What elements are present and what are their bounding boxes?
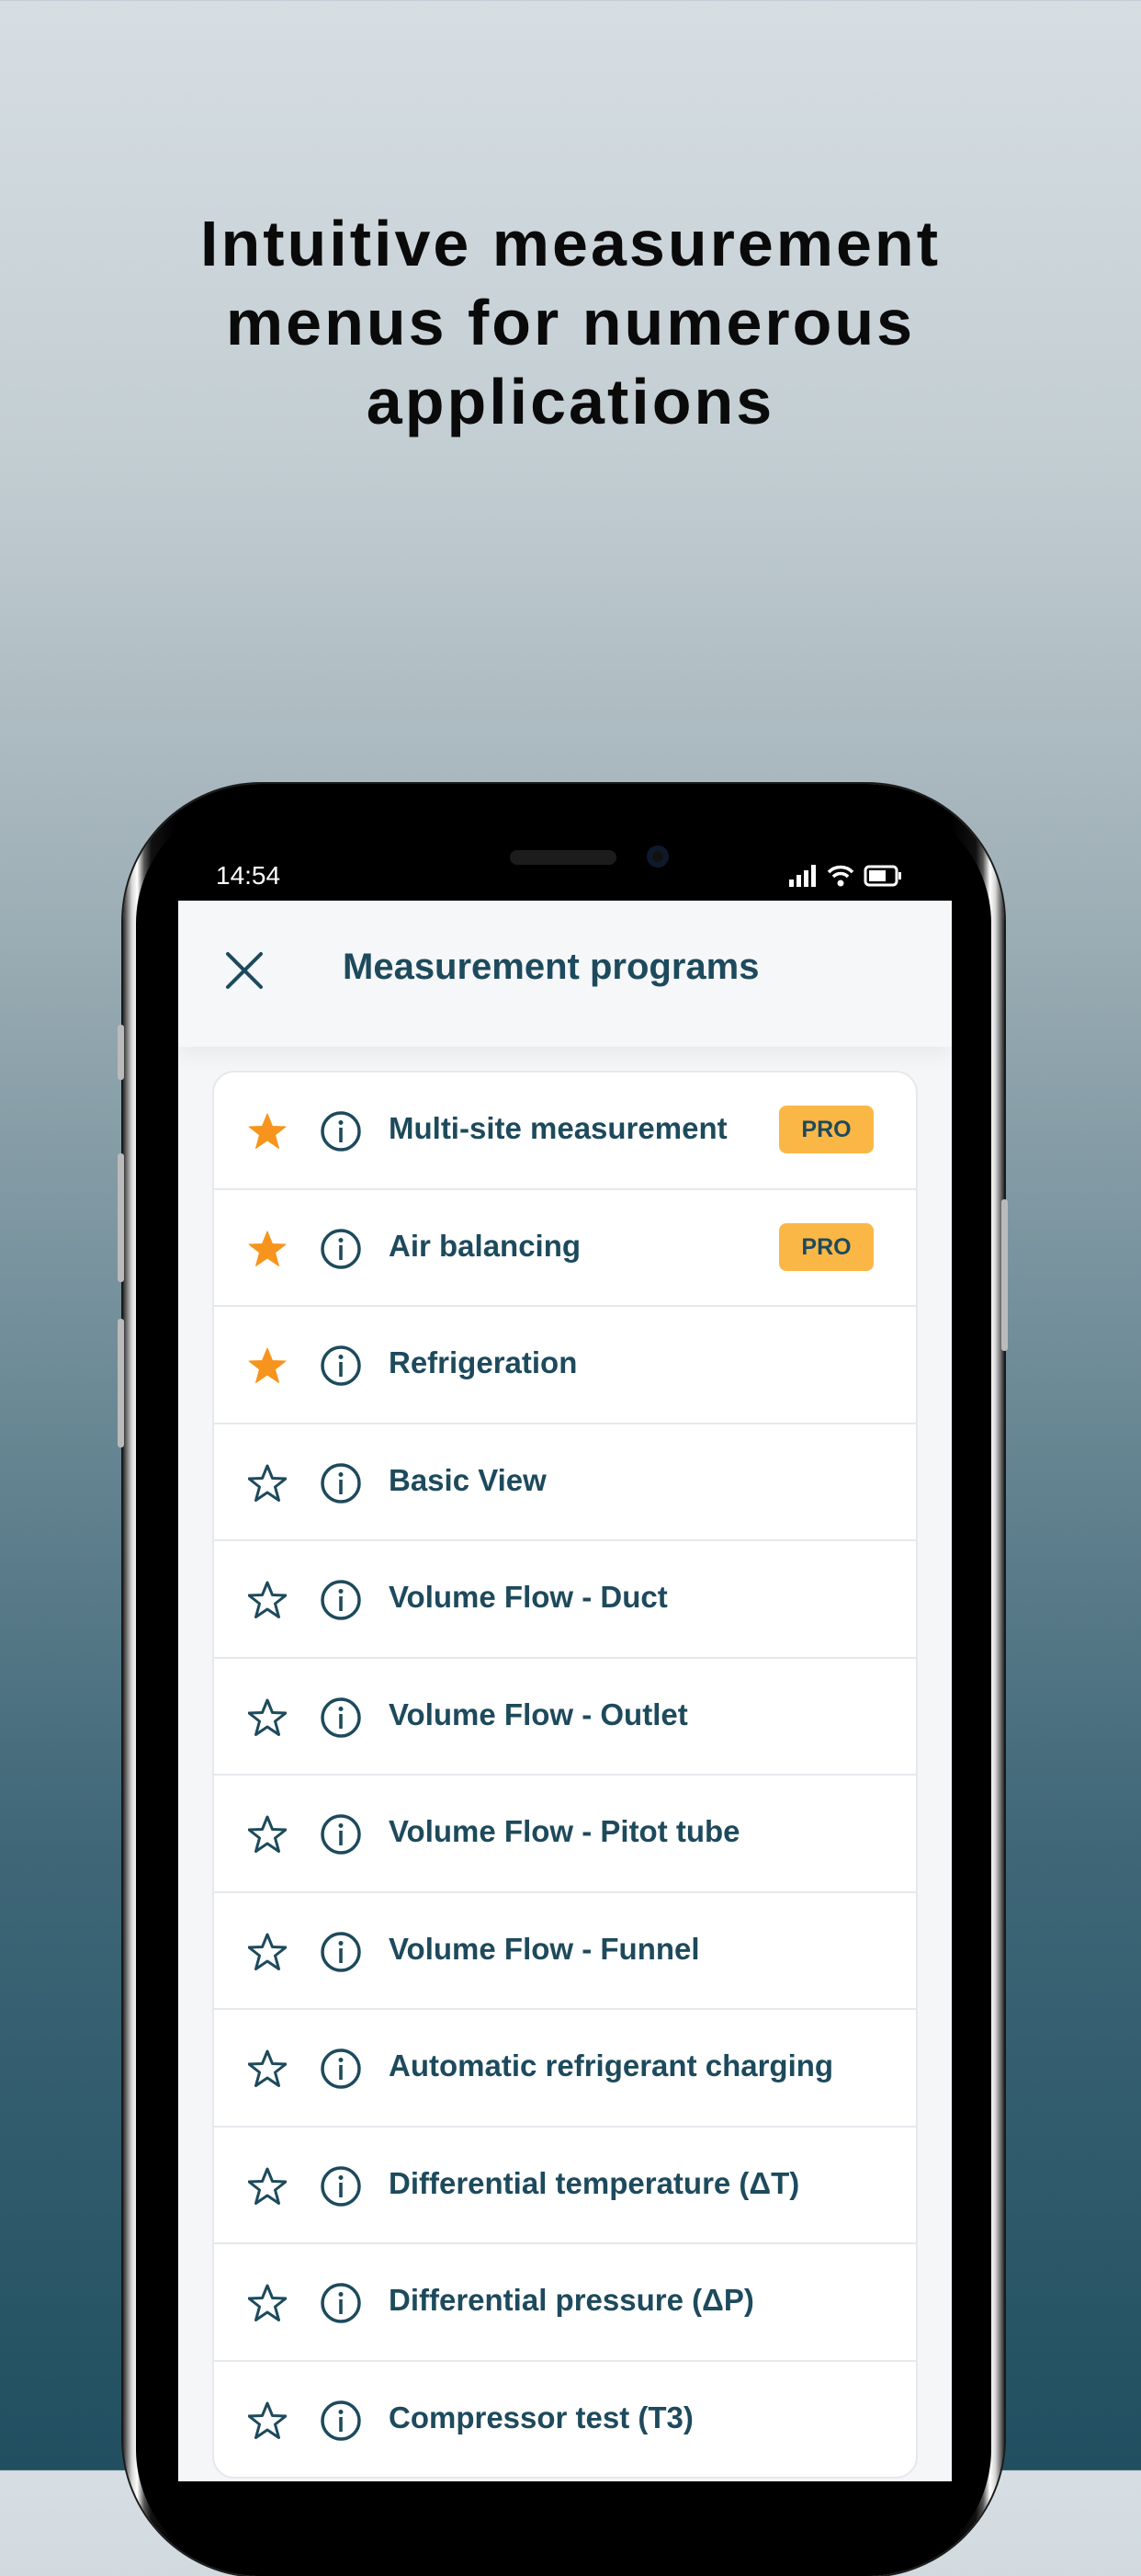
list-item[interactable]: Volume Flow - Funnel — [214, 1893, 916, 2010]
program-label: Compressor test (T3) — [389, 2400, 694, 2434]
headline-line: applications — [366, 366, 775, 437]
list-item[interactable]: Air balancing PRO — [214, 1190, 916, 1307]
info-icon[interactable] — [320, 1697, 362, 1739]
camera — [647, 845, 669, 868]
star-outline-icon[interactable] — [248, 2284, 287, 2322]
app-header: Measurement programs — [178, 901, 952, 1047]
page-title: Measurement programs — [343, 947, 760, 987]
list-item[interactable]: Basic View — [214, 1424, 916, 1541]
headline-line: Intuitive measurement — [200, 208, 941, 279]
wifi-icon — [827, 865, 854, 887]
star-outline-icon[interactable] — [248, 1581, 287, 1619]
list-item[interactable]: Differential temperature (ΔT) — [214, 2128, 916, 2244]
star-outline-icon[interactable] — [248, 2049, 287, 2088]
headline-line: menus for numerous — [225, 287, 916, 358]
program-list: Multi-site measurement PRO Air balancing PR… — [212, 1071, 918, 2479]
star-outline-icon[interactable] — [248, 1815, 287, 1854]
info-icon[interactable] — [320, 1110, 362, 1152]
star-filled-icon[interactable] — [248, 1346, 287, 1385]
volume-down-button — [118, 1319, 124, 1447]
program-label: Volume Flow - Duct — [389, 1580, 668, 1614]
star-outline-icon[interactable] — [248, 1464, 287, 1503]
star-outline-icon[interactable] — [248, 1933, 287, 1971]
info-icon[interactable] — [320, 1228, 362, 1270]
info-icon[interactable] — [320, 1579, 362, 1621]
star-outline-icon[interactable] — [248, 2401, 287, 2440]
program-label: Air balancing — [389, 1228, 582, 1263]
info-icon[interactable] — [320, 1345, 362, 1387]
program-label: Automatic refrigerant charging — [389, 2048, 834, 2082]
info-icon[interactable] — [320, 1931, 362, 1973]
info-icon[interactable] — [320, 2400, 362, 2442]
info-icon[interactable] — [320, 1813, 362, 1855]
program-label: Multi-site measurement — [389, 1111, 728, 1145]
list-item[interactable]: Automatic refrigerant charging — [214, 2010, 916, 2128]
star-outline-icon[interactable] — [248, 2167, 287, 2206]
list-item[interactable]: Multi-site measurement PRO — [214, 1072, 916, 1190]
speaker — [510, 850, 616, 865]
program-label: Differential pressure (ΔP) — [389, 2283, 754, 2317]
status-time: 14:54 — [216, 861, 281, 890]
info-icon[interactable] — [320, 2048, 362, 2090]
power-button — [1001, 1199, 1008, 1351]
info-icon[interactable] — [320, 2282, 362, 2324]
signal-icon — [789, 865, 816, 887]
star-filled-icon[interactable] — [248, 1112, 287, 1151]
list-item[interactable]: Refrigeration — [214, 1307, 916, 1424]
program-label: Volume Flow - Outlet — [389, 1697, 688, 1731]
mute-switch — [118, 1025, 124, 1080]
program-label: Differential temperature (ΔT) — [389, 2165, 800, 2200]
battery-icon — [864, 865, 901, 887]
app-screen: Measurement programs Multi-site measurem… — [178, 901, 952, 2481]
program-label: Volume Flow - Funnel — [389, 1931, 700, 1966]
list-item[interactable]: Differential pressure (ΔP) — [214, 2244, 916, 2362]
pro-badge: PRO — [779, 1222, 874, 1271]
program-label: Basic View — [389, 1462, 547, 1497]
star-filled-icon[interactable] — [248, 1230, 287, 1268]
headline: Intuitive measurement menus for numerous… — [0, 204, 1141, 441]
volume-up-button — [118, 1153, 124, 1282]
program-label: Volume Flow - Pitot tube — [389, 1814, 740, 1848]
status-icons — [788, 864, 902, 888]
star-outline-icon[interactable] — [248, 1698, 287, 1737]
list-item[interactable]: Volume Flow - Pitot tube — [214, 1776, 916, 1893]
list-item[interactable]: Compressor test (T3) — [214, 2362, 916, 2478]
pro-badge: PRO — [779, 1106, 874, 1153]
list-item[interactable]: Volume Flow - Outlet — [214, 1659, 916, 1776]
info-icon[interactable] — [320, 1462, 362, 1504]
info-icon[interactable] — [320, 2165, 362, 2207]
list-item[interactable]: Volume Flow - Duct — [214, 1541, 916, 1659]
close-icon[interactable] — [224, 950, 265, 991]
program-label: Refrigeration — [389, 1345, 578, 1379]
